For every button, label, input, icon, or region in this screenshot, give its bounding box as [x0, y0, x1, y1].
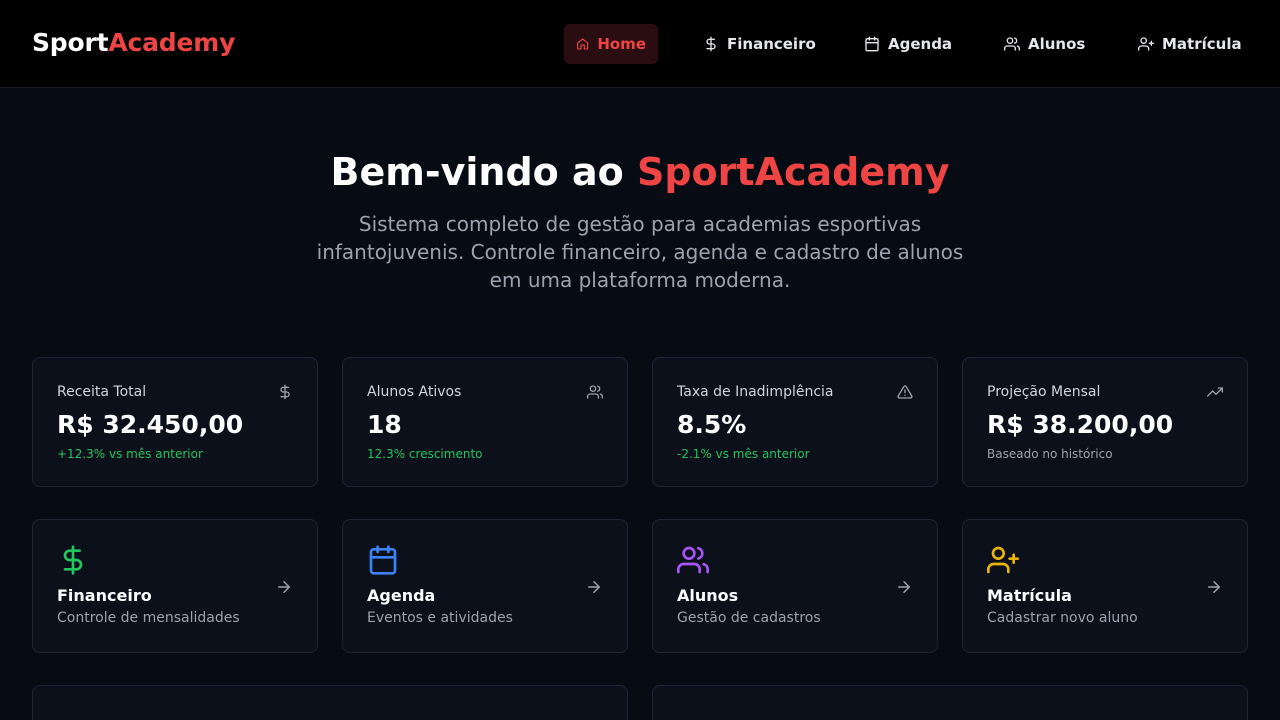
stat-card-receita: Receita Total R$ 32.450,00 +12.3% vs mês…: [32, 357, 318, 487]
nav-item-alunos[interactable]: Alunos: [992, 24, 1097, 64]
nav-label-home: Home: [597, 35, 646, 53]
stat-card-inadimplencia: Taxa de Inadimplência 8.5% -2.1% vs mês …: [652, 357, 938, 487]
stat-card-alunos: Alunos Ativos 18 12.3% crescimento: [342, 357, 628, 487]
stat-value: 8.5%: [677, 410, 747, 439]
stat-value: R$ 38.200,00: [987, 410, 1174, 439]
main-nav: Home Financeiro Agenda Alunos Matrícula: [0, 24, 1280, 64]
dollar-icon: [280, 384, 290, 400]
feature-card-matricula[interactable]: Matrícula Cadastrar novo aluno: [962, 519, 1248, 653]
nav-label-matricula: Matrícula: [1162, 35, 1242, 53]
bottom-panel-left: [32, 685, 628, 720]
user-plus-icon: [987, 546, 1019, 574]
feature-card-financeiro[interactable]: Financeiro Controle de mensalidades: [32, 519, 318, 653]
alert-triangle-icon: [897, 385, 913, 399]
arrow-right-icon: [898, 581, 910, 593]
feature-card-alunos[interactable]: Alunos Gestão de cadastros: [652, 519, 938, 653]
feature-title: Financeiro: [57, 586, 152, 605]
stat-value: 18: [367, 410, 402, 439]
stat-note: Baseado no histórico: [987, 447, 1113, 461]
feature-title: Agenda: [367, 586, 436, 605]
users-icon: [1004, 37, 1020, 51]
stat-card-projecao: Projeção Mensal R$ 38.200,00 Baseado no …: [962, 357, 1248, 487]
feature-desc: Cadastrar novo aluno: [987, 610, 1138, 626]
stat-note: +12.3% vs mês anterior: [57, 447, 203, 461]
nav-item-matricula[interactable]: Matrícula: [1126, 24, 1254, 64]
nav-item-agenda[interactable]: Agenda: [852, 24, 964, 64]
feature-desc: Gestão de cadastros: [677, 610, 821, 626]
stat-label: Receita Total: [57, 384, 147, 400]
nav-item-home[interactable]: Home: [564, 24, 658, 64]
stat-value: R$ 32.450,00: [57, 410, 244, 439]
users-icon: [677, 546, 709, 574]
stat-note: -2.1% vs mês anterior: [677, 447, 810, 461]
stat-label: Alunos Ativos: [367, 384, 462, 400]
stat-note: 12.3% crescimento: [367, 447, 483, 461]
feature-title: Matrícula: [987, 586, 1072, 605]
users-icon: [587, 385, 603, 399]
stat-label: Projeção Mensal: [987, 384, 1101, 400]
hero-title-prefix: Bem-vindo ao: [330, 150, 637, 194]
stat-label: Taxa de Inadimplência: [677, 384, 834, 400]
calendar-icon: [865, 36, 879, 52]
feature-card-agenda[interactable]: Agenda Eventos e atividades: [342, 519, 628, 653]
calendar-icon: [369, 545, 397, 575]
feature-desc: Eventos e atividades: [367, 610, 513, 626]
top-navbar: SportAcademy Home Financeiro Agenda Alun…: [0, 0, 1280, 88]
bottom-panel-right: [652, 685, 1248, 720]
arrow-right-icon: [1208, 581, 1220, 593]
feature-desc: Controle de mensalidades: [57, 610, 240, 626]
trending-up-icon: [1207, 387, 1223, 397]
feature-title: Alunos: [677, 586, 739, 605]
nav-label-financeiro: Financeiro: [727, 35, 816, 53]
nav-label-alunos: Alunos: [1028, 35, 1086, 53]
dollar-icon: [706, 36, 716, 52]
home-icon: [577, 38, 589, 50]
hero-subtitle: Sistema completo de gestão para academia…: [316, 212, 964, 292]
arrow-right-icon: [588, 581, 600, 593]
nav-label-agenda: Agenda: [888, 35, 953, 53]
arrow-right-icon: [278, 581, 290, 593]
hero-title-accent: SportAcademy: [636, 150, 950, 194]
user-plus-icon: [1138, 37, 1154, 51]
dollar-icon: [63, 545, 83, 575]
nav-item-financeiro[interactable]: Financeiro: [691, 24, 828, 64]
hero-title: Bem-vindo ao SportAcademy: [0, 150, 1280, 194]
